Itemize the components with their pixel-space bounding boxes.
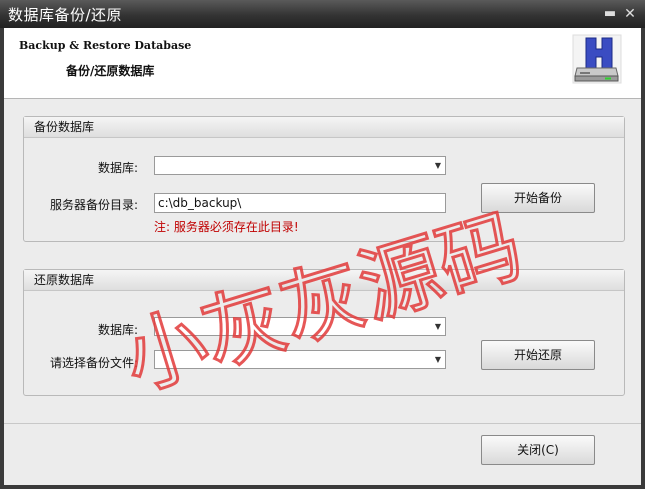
close-window-button[interactable]: ✕ bbox=[621, 5, 639, 23]
backup-dir-warning: 注: 服务器必须存在此目录! bbox=[154, 220, 299, 234]
header-title-chinese: 备份/还原数据库 bbox=[66, 64, 155, 78]
start-backup-button[interactable]: 开始备份 bbox=[481, 183, 595, 213]
minimize-button[interactable]: ▬ bbox=[601, 5, 619, 23]
backup-dir-label: 服务器备份目录: bbox=[49, 198, 138, 212]
title-bar[interactable]: 数据库备份/还原 ▬ ✕ bbox=[0, 0, 645, 28]
chevron-down-icon: ▼ bbox=[434, 322, 441, 331]
start-restore-button[interactable]: 开始还原 bbox=[481, 340, 595, 370]
restore-file-select[interactable]: ▼ bbox=[154, 350, 446, 369]
restore-db-select[interactable]: ▼ bbox=[154, 317, 446, 336]
database-backup-icon bbox=[572, 34, 622, 84]
backup-group-title: 备份数据库 bbox=[24, 117, 624, 138]
dialog-client-area: Backup & Restore Database 备份/还原数据库 备份数据库… bbox=[4, 28, 641, 485]
restore-group: 还原数据库 数据库: ▼ 请选择备份文件: ▼ 开始还原 bbox=[23, 269, 625, 396]
header-title-english: Backup & Restore Database bbox=[19, 39, 192, 52]
chevron-down-icon: ▼ bbox=[434, 161, 441, 170]
close-dialog-button[interactable]: 关闭(C) bbox=[481, 435, 595, 465]
backup-group: 备份数据库 数据库: ▼ 服务器备份目录: c:\db_backup\ 注: 服… bbox=[23, 116, 625, 242]
backup-dir-input[interactable]: c:\db_backup\ bbox=[154, 193, 446, 213]
restore-file-label: 请选择备份文件: bbox=[49, 356, 138, 370]
dialog-header: Backup & Restore Database 备份/还原数据库 bbox=[4, 28, 641, 99]
chevron-down-icon: ▼ bbox=[434, 355, 441, 364]
backup-db-label: 数据库: bbox=[97, 161, 138, 175]
restore-group-title: 还原数据库 bbox=[24, 270, 624, 291]
restore-db-label: 数据库: bbox=[97, 323, 138, 337]
window-title: 数据库备份/还原 bbox=[8, 6, 123, 24]
backup-db-select[interactable]: ▼ bbox=[154, 156, 446, 175]
footer-divider bbox=[4, 423, 641, 424]
backup-restore-window: 数据库备份/还原 ▬ ✕ Backup & Restore Database 备… bbox=[0, 0, 645, 489]
